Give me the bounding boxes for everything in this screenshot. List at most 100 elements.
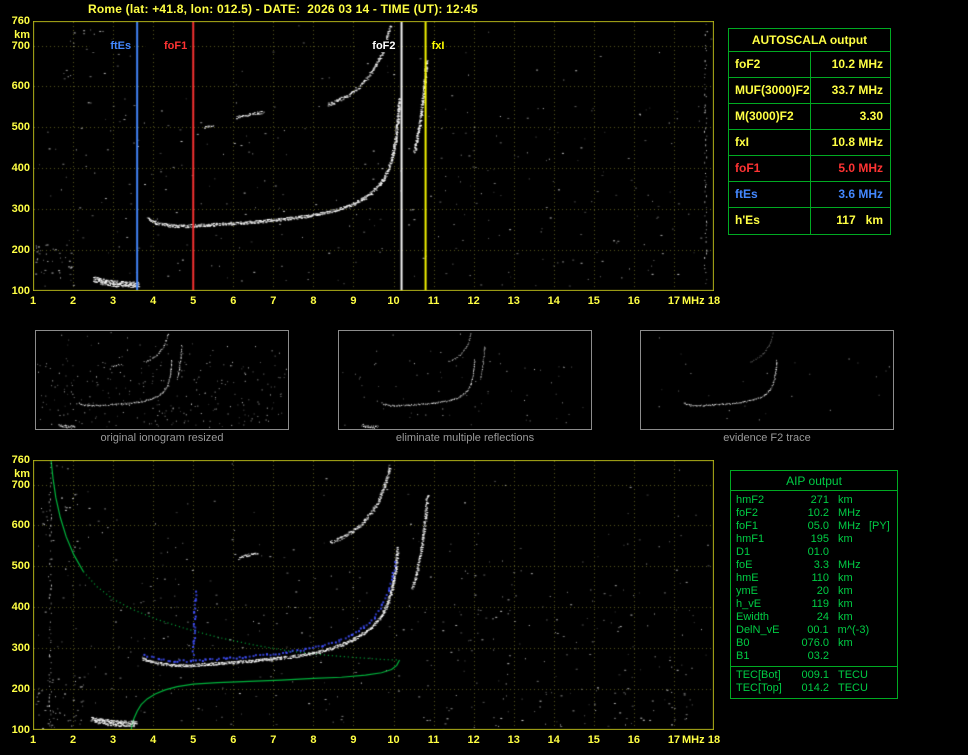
- parameter-name: foE: [736, 559, 753, 571]
- parameter-value: 3.30: [859, 109, 883, 123]
- autoscala-panel-title: AUTOSCALA output: [729, 29, 890, 52]
- autoscala-row: h'Es 117 km: [729, 208, 890, 234]
- parameter-name: D1: [736, 546, 751, 558]
- parameter-note: [869, 624, 897, 637]
- parameter-unit: TECU: [838, 682, 868, 694]
- autoscala-row: M(3000)F2 3.30: [729, 104, 890, 130]
- parameter-unit: km: [838, 572, 853, 584]
- profile-ionogram-plot: 760 700 600 500 400 300 200 100 km 1 2 3 4 5 6 7 8 9 10 11 1…: [12, 454, 720, 746]
- aip-row: hmF2 271 km: [731, 494, 897, 507]
- aip-row: DelN_vE 00.1 m^(-3): [731, 624, 897, 637]
- parameter-name: Ewidth: [736, 611, 770, 623]
- parameter-unit: km: [838, 611, 853, 623]
- x-axis-unit-label: MHz: [682, 734, 705, 746]
- x-tick-label: 12: [467, 295, 480, 307]
- parameter-unit: km: [838, 533, 853, 545]
- y-tick-label: 500: [11, 121, 30, 134]
- parameter-name: foF2: [729, 52, 811, 77]
- parameter-unit: MHz: [838, 507, 861, 519]
- parameter-name: M(3000)F2: [729, 104, 811, 129]
- x-tick-label: 15: [587, 295, 600, 307]
- parameter-value: 076.0: [801, 637, 829, 649]
- parameter-value: 5.0 MHz: [838, 161, 883, 175]
- parameter-unit: MHz: [838, 520, 861, 532]
- x-tick-label: 6: [230, 295, 237, 307]
- x-tick-label: 9: [350, 734, 357, 746]
- x-axis-unit-label: MHz: [682, 295, 705, 307]
- x-tick-label: 11: [427, 734, 440, 746]
- aip-row: Ewidth 24 km: [731, 611, 897, 624]
- parameter-name: foF2: [736, 507, 759, 519]
- parameter-unit: m^(-3): [837, 624, 870, 636]
- parameter-note: [869, 546, 897, 559]
- parameter-name: TEC[Bot]: [736, 669, 781, 681]
- parameter-name: hmF2: [736, 494, 765, 506]
- parameter-value: 110: [811, 572, 829, 584]
- parameter-value: 3.3: [813, 559, 829, 571]
- autoscala-row: ftEs 3.6 MHz: [729, 182, 890, 208]
- parameter-value: 10.8 MHz: [831, 135, 883, 149]
- y-tick-label: 300: [11, 203, 30, 216]
- parameter-name: ftEs: [729, 182, 811, 207]
- parameter-value: 20: [816, 585, 829, 597]
- parameter-name: DelN_vE: [736, 624, 780, 636]
- x-tick-label: 5: [190, 734, 197, 746]
- thumbnail-caption-original: original ionogram resized: [100, 432, 224, 444]
- autoscala-output-panel: AUTOSCALA output foF2 10.2 MHz MUF(3000)F2…: [728, 28, 891, 235]
- x-tick-label: 13: [507, 295, 520, 307]
- x-tick-label: 12: [467, 734, 480, 746]
- parameter-unit: [829, 546, 869, 559]
- aip-row: hmE 110 km: [731, 572, 897, 585]
- thumbnail-canvas-eliminate: [339, 331, 591, 429]
- parameter-name: ymE: [736, 585, 758, 597]
- x-tick-label: 10: [387, 295, 400, 307]
- autoscala-row: foF2 10.2 MHz: [729, 52, 890, 78]
- parameter-unit: TECU: [838, 669, 868, 681]
- aip-row: ymE 20 km: [731, 585, 897, 598]
- parameter-value: 195: [810, 533, 829, 545]
- parameter-name: B0: [736, 637, 750, 649]
- x-tick-label: 16: [627, 295, 640, 307]
- page-title: Rome (lat: +41.8, lon: 012.5) - DATE: 20…: [88, 2, 478, 16]
- thumbnail-original-ionogram: [35, 330, 289, 430]
- x-tick-label: 9: [350, 295, 357, 307]
- parameter-name: hmE: [736, 572, 759, 584]
- x-tick-label: 1: [29, 295, 37, 307]
- main-ionogram-plot: 760 700 600 500 400 300 200 100 km 1 2 3 4 5 6 7 8 9 10 11 1…: [12, 15, 720, 307]
- parameter-value: 00.1: [807, 624, 829, 636]
- y-tick-label: 400: [11, 601, 30, 614]
- x-tick-label: 15: [587, 734, 600, 746]
- aip-row: B1 03.2: [731, 650, 897, 663]
- x-tick-label: 1: [29, 734, 37, 746]
- parameter-name: h'Es: [729, 208, 811, 234]
- parameter-value: 014.2: [801, 682, 829, 694]
- y-tick-label: 200: [11, 244, 30, 257]
- parameter-value: 24: [816, 611, 829, 623]
- parameter-note: [869, 650, 897, 663]
- parameter-note: [869, 507, 897, 520]
- aip-tec-row: TEC[Bot] 009.1 TECU: [731, 669, 897, 682]
- aip-row: hmF1 195 km: [731, 533, 897, 546]
- thumbnail-caption-eliminate: eliminate multiple reflections: [395, 432, 535, 444]
- aip-row: foE 3.3 MHz: [731, 559, 897, 572]
- y-tick-label: 760: [11, 454, 30, 466]
- parameter-name: foF1: [736, 520, 759, 532]
- y-tick-label: 700: [11, 39, 30, 52]
- thumbnail-eliminate-reflections: [338, 330, 592, 430]
- parameter-note: [PY]: [869, 520, 890, 532]
- x-tick-label: 4: [150, 734, 157, 746]
- thumbnail-canvas-evidence: [641, 331, 893, 429]
- parameter-name: TEC[Top]: [736, 682, 782, 694]
- parameter-value: 33.7 MHz: [831, 83, 883, 97]
- parameter-value: 117 km: [836, 213, 883, 227]
- parameter-unit: MHz: [838, 559, 861, 571]
- marker-label-fof2: foF2: [354, 40, 397, 52]
- aip-rows: hmF2 271 km foF2 10.2 MHz foF1 05.0 MHz [PY] hmF1 1…: [731, 491, 897, 663]
- parameter-value: 03.2: [807, 650, 829, 662]
- x-tick-label: 13: [507, 734, 520, 746]
- x-tick-label: 3: [110, 734, 117, 746]
- parameter-name: foF1: [729, 156, 811, 181]
- parameter-note: [869, 559, 897, 572]
- x-tick-label: 14: [547, 734, 560, 746]
- y-tick-label: 700: [11, 478, 30, 491]
